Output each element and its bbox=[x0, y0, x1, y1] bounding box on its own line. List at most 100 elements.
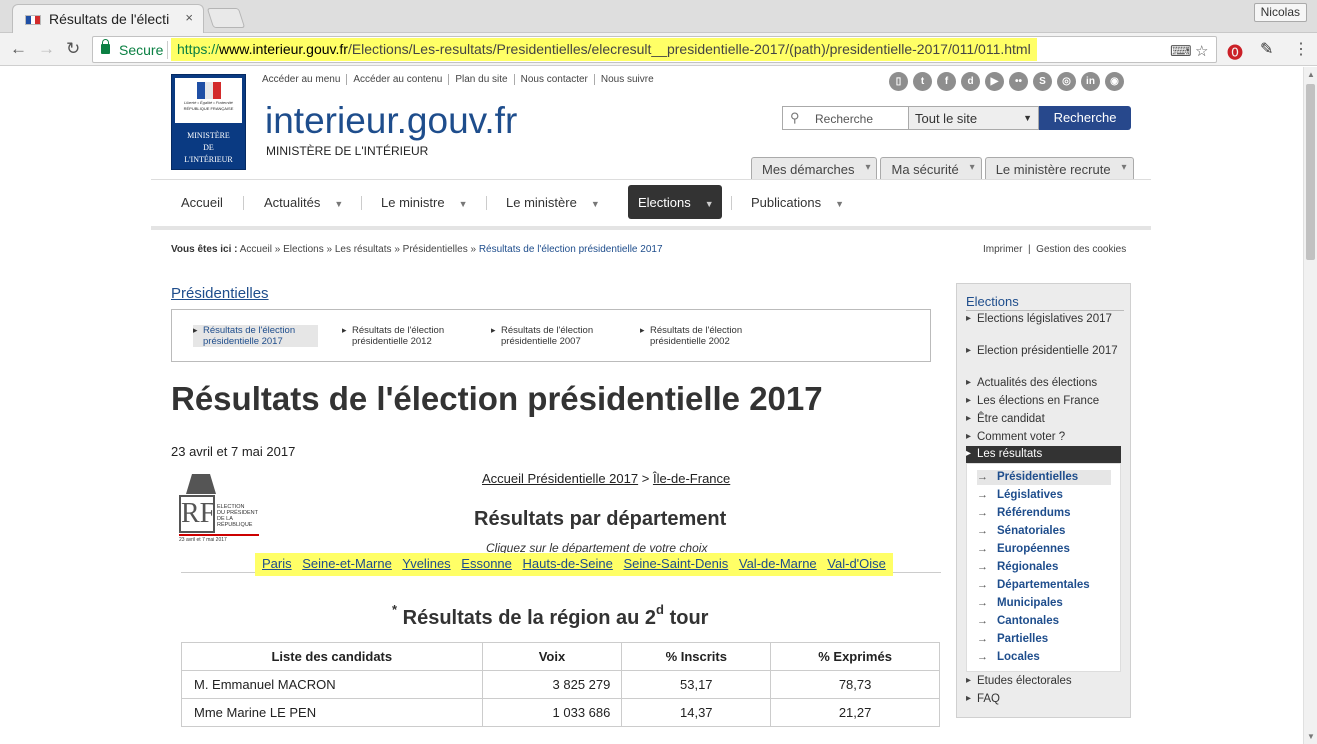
sidebar-item-comment-voter[interactable]: Comment voter ? bbox=[966, 430, 1124, 444]
tab-title: Résultats de l'électi bbox=[49, 11, 170, 27]
dept-link-val-de-marne[interactable]: Val-de-Marne bbox=[739, 556, 817, 571]
section-link-presidentielles[interactable]: Présidentielles bbox=[171, 285, 269, 302]
sidebar-item-faq[interactable]: FAQ bbox=[966, 692, 1124, 706]
scrollbar-thumb[interactable] bbox=[1306, 84, 1315, 260]
sidebar-title[interactable]: Elections bbox=[966, 294, 1124, 311]
subnav-2007[interactable]: Résultats de l'élection présidentielle 2… bbox=[491, 325, 616, 347]
link-nous-suivre[interactable]: Nous suivre bbox=[593, 74, 660, 85]
back-arrow-icon[interactable]: ← bbox=[10, 39, 27, 59]
site-title[interactable]: interieur.gouv.fr bbox=[265, 100, 517, 142]
sidebar-sub-departementales[interactable]: Départementales bbox=[977, 578, 1111, 593]
star-icon[interactable]: ☆ bbox=[1195, 42, 1208, 60]
subnav-2017[interactable]: Résultats de l'élection présidentielle 2… bbox=[193, 325, 318, 347]
ministry-logo[interactable]: Liberté • Égalité • Fraternité RÉPUBLIQU… bbox=[171, 74, 246, 170]
dept-link-seine-et-marne[interactable]: Seine-et-Marne bbox=[302, 556, 392, 571]
nav-publications[interactable]: Publications ▼ bbox=[751, 185, 844, 219]
print-link[interactable]: Imprimer bbox=[983, 244, 1022, 255]
youtube-icon[interactable]: ▶ bbox=[985, 72, 1004, 91]
sidebar-sub-regionales[interactable]: Régionales bbox=[977, 560, 1111, 575]
link-acceder-contenu[interactable]: Accéder au contenu bbox=[346, 74, 448, 85]
accueil-presidentielle-link[interactable]: Accueil Présidentielle 2017 bbox=[482, 471, 638, 486]
link-plan-du-site[interactable]: Plan du site bbox=[448, 74, 513, 85]
candidate-voix: 1 033 686 bbox=[481, 698, 623, 727]
breadcrumb-presidentielles[interactable]: Présidentielles bbox=[403, 244, 468, 255]
link-nous-contacter[interactable]: Nous contacter bbox=[513, 74, 594, 85]
flickr-icon[interactable]: •• bbox=[1009, 72, 1028, 91]
tab-ma-securite[interactable]: Ma sécurité bbox=[880, 157, 982, 180]
tab-ministere-recrute[interactable]: Le ministère recrute bbox=[984, 157, 1134, 180]
sidebar-sub-europeennes[interactable]: Européennes bbox=[977, 542, 1111, 557]
dept-link-yvelines[interactable]: Yvelines bbox=[402, 556, 450, 571]
facebook-icon[interactable]: f bbox=[937, 72, 956, 91]
sidebar-sub-cantonales[interactable]: Cantonales bbox=[977, 614, 1111, 629]
linkedin-icon[interactable]: in bbox=[1081, 72, 1100, 91]
sidebar-sub-legislatives[interactable]: Législatives bbox=[977, 488, 1111, 503]
col-header-candidats: Liste des candidats bbox=[181, 642, 483, 671]
search-input[interactable]: ⚲ Recherche bbox=[782, 106, 908, 130]
sidebar-item-resultats[interactable]: Les résultats bbox=[966, 446, 1121, 463]
nav-actualites[interactable]: Actualités ▼ bbox=[264, 185, 343, 219]
instagram-icon[interactable]: ◎ bbox=[1057, 72, 1076, 91]
pinterest-icon[interactable]: ⓿ bbox=[1227, 39, 1243, 63]
sidebar-sub-senatoriales[interactable]: Sénatoriales bbox=[977, 524, 1111, 539]
sidebar-item-presidentielle-2017[interactable]: Election présidentielle 2017 bbox=[966, 344, 1124, 358]
breadcrumb-elections[interactable]: Elections bbox=[283, 244, 324, 255]
candidate-exprimes: 78,73 bbox=[770, 670, 940, 699]
search-button[interactable]: Recherche bbox=[1039, 106, 1131, 130]
forward-arrow-icon[interactable]: → bbox=[38, 39, 55, 59]
nav-le-ministere[interactable]: Le ministère ▼ bbox=[506, 185, 600, 219]
sidebar-item-actualites[interactable]: Actualités des élections bbox=[966, 376, 1124, 390]
search-placeholder: Recherche bbox=[815, 112, 874, 126]
dailymotion-icon[interactable]: d bbox=[961, 72, 980, 91]
subnav-2012[interactable]: Résultats de l'élection présidentielle 2… bbox=[342, 325, 467, 347]
dept-link-paris[interactable]: Paris bbox=[262, 556, 292, 571]
rss-icon[interactable]: ◉ bbox=[1105, 72, 1124, 91]
nav-le-ministre[interactable]: Le ministre ▼ bbox=[381, 185, 468, 219]
new-tab-button[interactable] bbox=[206, 8, 246, 28]
sidebar-sub-municipales[interactable]: Municipales bbox=[977, 596, 1111, 611]
menu-dots-icon[interactable]: ⋮ bbox=[1293, 39, 1309, 59]
search-icon: ⚲ bbox=[790, 110, 800, 125]
address-bar[interactable]: Secure https://www.interieur.gouv.fr/Ele… bbox=[92, 36, 1217, 63]
profile-button[interactable]: Nicolas bbox=[1253, 3, 1307, 22]
url-text[interactable]: https://www.interieur.gouv.fr/Elections/… bbox=[171, 38, 1037, 61]
storify-icon[interactable]: S bbox=[1033, 72, 1052, 91]
link-acceder-menu[interactable]: Accéder au menu bbox=[262, 74, 346, 85]
scroll-down-icon[interactable]: ▼ bbox=[1307, 732, 1315, 741]
dept-link-essonne[interactable]: Essonne bbox=[461, 556, 512, 571]
nav-accueil-label: Accueil bbox=[181, 195, 223, 210]
dept-link-seine-saint-denis[interactable]: Seine-Saint-Denis bbox=[623, 556, 728, 571]
region-link[interactable]: Île-de-France bbox=[653, 471, 730, 486]
reload-icon[interactable]: ↻ bbox=[66, 39, 80, 59]
twitter-icon[interactable]: t bbox=[913, 72, 932, 91]
eyedropper-icon[interactable]: ✎ bbox=[1260, 39, 1273, 59]
cookies-link[interactable]: Gestion des cookies bbox=[1036, 244, 1126, 255]
mobile-icon[interactable]: ▯ bbox=[889, 72, 908, 91]
sidebar-item-etudes[interactable]: Etudes électorales bbox=[966, 674, 1124, 688]
region-title-sup: d bbox=[656, 602, 664, 617]
search-scope-select[interactable]: Tout le site ▼ bbox=[908, 106, 1039, 130]
translate-icon[interactable]: ⌨ bbox=[1170, 42, 1192, 60]
tab-close-icon[interactable]: × bbox=[185, 10, 193, 25]
dept-link-hauts-de-seine[interactable]: Hauts-de-Seine bbox=[523, 556, 613, 571]
breadcrumb-resultats[interactable]: Les résultats bbox=[335, 244, 392, 255]
sidebar-sub-partielles[interactable]: Partielles bbox=[977, 632, 1111, 647]
sidebar-item-elections-france[interactable]: Les élections en France bbox=[966, 394, 1124, 408]
nav-accueil[interactable]: Accueil bbox=[181, 185, 223, 219]
dept-link-val-d-oise[interactable]: Val-d'Oise bbox=[827, 556, 886, 571]
marianne-flag-icon bbox=[197, 82, 221, 99]
scroll-up-icon[interactable]: ▲ bbox=[1307, 70, 1315, 79]
nav-elections[interactable]: Elections ▼ bbox=[628, 185, 722, 219]
sidebar-sub-locales[interactable]: Locales bbox=[977, 650, 1111, 665]
table-header-row: Liste des candidats Voix % Inscrits % Ex… bbox=[181, 642, 940, 671]
page-scrollbar[interactable]: ▲ ▼ bbox=[1303, 67, 1317, 744]
sidebar-sub-referendums[interactable]: Référendums bbox=[977, 506, 1111, 521]
breadcrumb-accueil[interactable]: Accueil bbox=[240, 244, 272, 255]
nav-divider bbox=[731, 196, 732, 210]
tab-mes-demarches[interactable]: Mes démarches bbox=[751, 157, 878, 180]
sidebar-sub-presidentielles[interactable]: Présidentielles bbox=[977, 470, 1111, 485]
sidebar-item-legislatives-2017[interactable]: Elections législatives 2017 bbox=[966, 312, 1124, 326]
subnav-2002[interactable]: Résultats de l'élection présidentielle 2… bbox=[640, 325, 765, 347]
sidebar-item-etre-candidat[interactable]: Être candidat bbox=[966, 412, 1124, 426]
browser-tab[interactable]: Résultats de l'électi × bbox=[12, 4, 204, 33]
